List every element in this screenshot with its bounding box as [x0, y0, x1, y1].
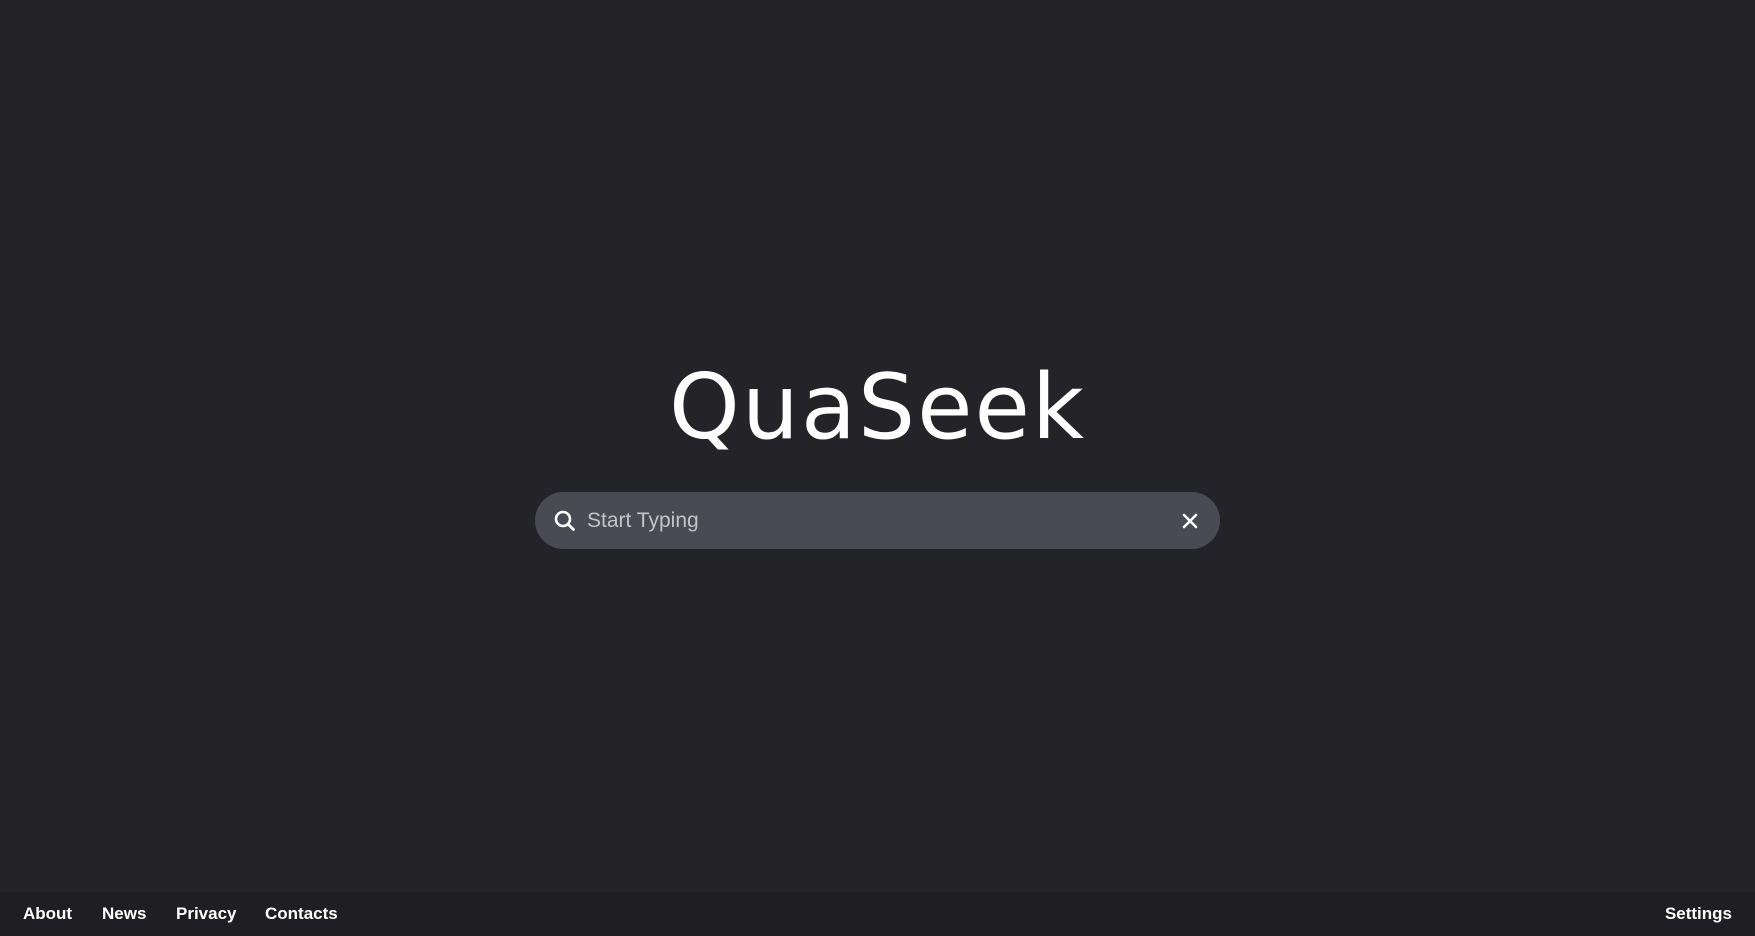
- close-icon[interactable]: [1176, 507, 1204, 535]
- footer: About News Privacy Contacts Settings: [0, 892, 1755, 936]
- logo: QuaSeek: [668, 355, 1087, 460]
- search-input[interactable]: [585, 492, 1147, 549]
- footer-link-about[interactable]: About: [23, 892, 72, 936]
- footer-link-news[interactable]: News: [102, 892, 146, 936]
- footer-link-contacts[interactable]: Contacts: [265, 892, 338, 936]
- search-bar[interactable]: [535, 492, 1220, 549]
- search-icon: [553, 509, 577, 533]
- footer-link-privacy[interactable]: Privacy: [176, 892, 237, 936]
- main-area: QuaSeek: [0, 0, 1755, 892]
- footer-link-settings[interactable]: Settings: [1665, 892, 1732, 936]
- page: QuaSeek About News Privacy Contacts Sett…: [0, 0, 1755, 936]
